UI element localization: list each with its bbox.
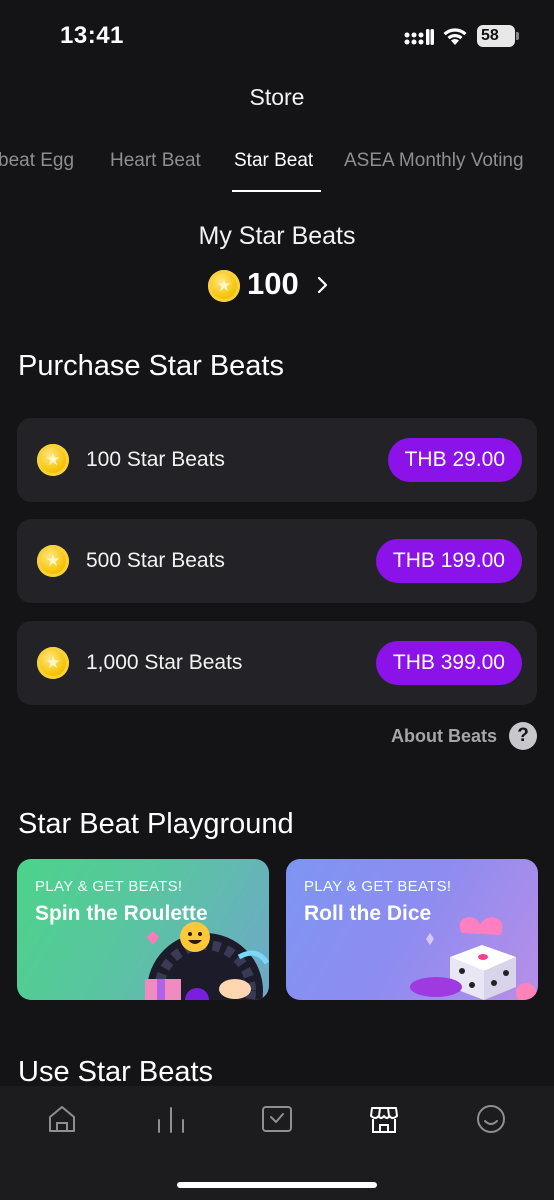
roll-dice-card[interactable]: PLAY & GET BEATS! Roll the Dice xyxy=(286,859,538,1000)
use-section-title: Use Star Beats xyxy=(18,1056,214,1088)
home-icon[interactable] xyxy=(45,1102,79,1136)
store-icon[interactable] xyxy=(367,1102,401,1136)
playground-section-title: Star Beat Playground xyxy=(18,808,294,840)
chevron-right-icon[interactable] xyxy=(316,274,330,296)
price-button-500[interactable]: THB 199.00 xyxy=(375,539,522,583)
balance-row[interactable]: ★ 100 xyxy=(0,266,554,308)
price-button-1000[interactable]: THB 399.00 xyxy=(375,641,522,685)
home-indicator[interactable] xyxy=(177,1182,377,1188)
chart-icon[interactable] xyxy=(154,1102,188,1136)
status-bar: 13:41 58 xyxy=(0,0,554,74)
spin-roulette-card[interactable]: PLAY & GET BEATS! Spin the Roulette xyxy=(17,859,269,1000)
about-beats-label: About Beats xyxy=(390,726,497,746)
package-1000[interactable]: ★ 1,000 Star Beats THB 399.00 xyxy=(17,621,537,705)
battery-level: 58 xyxy=(481,27,499,44)
help-icon[interactable]: ? xyxy=(509,722,537,750)
package-label: 1,000 Star Beats xyxy=(86,651,243,674)
wifi-icon xyxy=(443,28,467,45)
roulette-illustration-icon xyxy=(145,922,269,1000)
battery-cap xyxy=(516,32,519,40)
star-coin-icon: ★ xyxy=(37,444,69,476)
cellular-signal-icon xyxy=(404,29,434,45)
tab-heart-beat[interactable]: Heart Beat xyxy=(110,150,201,172)
smile-icon[interactable] xyxy=(474,1102,508,1136)
status-time: 13:41 xyxy=(60,22,124,49)
package-label: 500 Star Beats xyxy=(86,549,225,572)
checkbox-icon[interactable] xyxy=(260,1102,294,1136)
card-kicker: PLAY & GET BEATS! xyxy=(35,878,183,895)
tab-beat-egg[interactable]: beat Egg xyxy=(0,150,74,172)
balance-value: 100 xyxy=(247,266,299,301)
star-coin-icon: ★ xyxy=(37,545,69,577)
star-coin-icon: ★ xyxy=(208,270,240,302)
balance-label: My Star Beats xyxy=(198,222,356,250)
tab-asea-monthly-voting[interactable]: ASEA Monthly Voting xyxy=(344,150,524,172)
active-tab-indicator xyxy=(232,190,321,192)
package-100[interactable]: ★ 100 Star Beats THB 29.00 xyxy=(17,418,537,502)
package-500[interactable]: ★ 500 Star Beats THB 199.00 xyxy=(17,519,537,603)
tab-star-beat[interactable]: Star Beat xyxy=(234,150,313,172)
store-tabs: beat Egg Heart Beat Star Beat ASEA Month… xyxy=(0,146,554,196)
price-button-100[interactable]: THB 29.00 xyxy=(387,438,522,482)
package-label: 100 Star Beats xyxy=(86,448,225,471)
dice-illustration-icon xyxy=(410,917,536,1000)
about-beats-link[interactable]: About Beats ? xyxy=(377,722,537,752)
page-title: Store xyxy=(249,84,305,110)
purchase-section-title: Purchase Star Beats xyxy=(18,350,284,382)
battery-icon: 58 xyxy=(477,25,515,47)
star-coin-icon: ★ xyxy=(37,647,69,679)
card-kicker: PLAY & GET BEATS! xyxy=(304,878,452,895)
